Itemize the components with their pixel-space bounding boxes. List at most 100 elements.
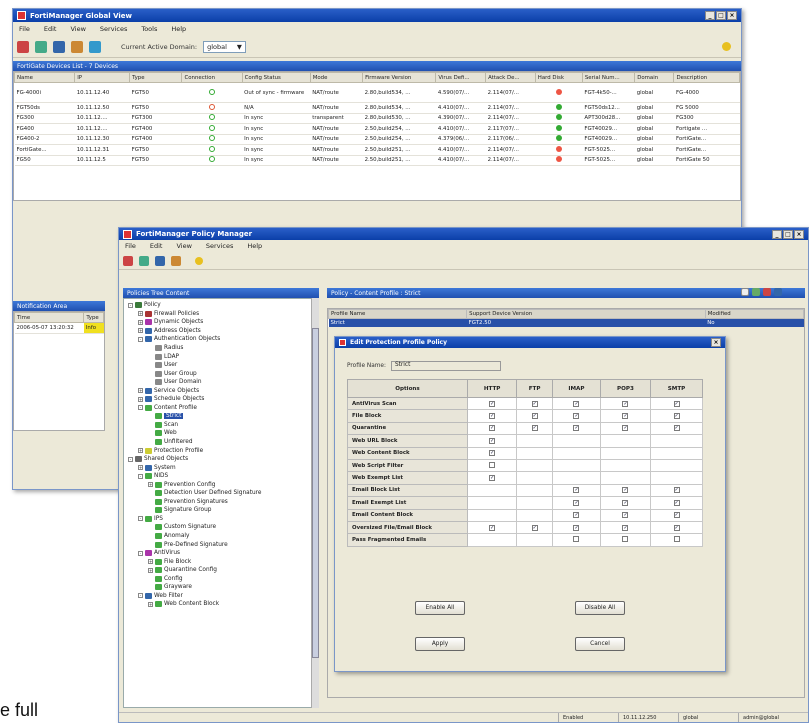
close-button[interactable]: × <box>711 338 721 347</box>
tree-node-content-profile[interactable]: - Content Profile <box>128 404 318 413</box>
close-button[interactable]: × <box>794 229 804 239</box>
option-checkbox[interactable]: ✓ <box>573 512 580 519</box>
option-checkbox[interactable]: ✓ <box>489 524 496 531</box>
refresh-icon[interactable] <box>139 255 149 266</box>
tree-node-pre-defined-signature[interactable]: Pre-Defined Signature <box>128 540 318 549</box>
tree-node-ldap[interactable]: LDAP <box>128 352 318 361</box>
help-icon[interactable] <box>195 256 203 265</box>
device-row[interactable]: FG300 10.11.12.... FGT300 In sync transparen… <box>14 113 740 124</box>
policy-menu-edit[interactable]: Edit <box>150 242 163 250</box>
col-mode[interactable]: Mode <box>309 72 364 83</box>
expand-icon[interactable]: + <box>138 448 143 454</box>
chart-icon[interactable] <box>89 40 101 53</box>
tree-node-unfiltered[interactable]: Unfiltered <box>128 438 318 447</box>
option-checkbox[interactable]: ✓ <box>673 512 680 519</box>
option-checkbox[interactable] <box>489 461 496 468</box>
tree-node-user-group[interactable]: User Group <box>128 369 318 378</box>
option-checkbox[interactable]: ✓ <box>573 400 580 407</box>
tree-node-user[interactable]: User <box>128 361 318 370</box>
device-row[interactable]: FGT50ds 10.11.12.50 FGT50 N/A NAT/route 2.80,… <box>14 102 740 114</box>
collapse-icon[interactable]: - <box>138 405 143 411</box>
col-ip[interactable]: IP <box>74 72 131 83</box>
col-connection[interactable]: Connection <box>181 72 243 83</box>
tree-node-web-content-block[interactable]: + Web Content Block <box>128 600 318 609</box>
tree-node-radius[interactable]: Radius <box>128 344 318 353</box>
main-menu-services[interactable]: Services <box>100 25 127 33</box>
enable-all-button[interactable]: Enable All <box>415 601 465 615</box>
delete-icon[interactable] <box>763 288 771 296</box>
option-checkbox[interactable]: ✓ <box>622 487 629 494</box>
option-checkbox[interactable]: ✓ <box>622 499 629 506</box>
tree-node-anomaly[interactable]: Anomaly <box>128 532 318 541</box>
tree-node-nids[interactable]: - NIDS <box>128 472 318 481</box>
option-checkbox[interactable]: ✓ <box>622 413 629 420</box>
collapse-icon[interactable]: - <box>138 336 143 342</box>
expand-icon[interactable]: + <box>138 328 143 334</box>
col-serial-num[interactable]: Serial Num... <box>581 72 636 83</box>
main-menu-edit[interactable]: Edit <box>44 25 57 33</box>
disable-all-button[interactable]: Disable All <box>575 601 625 615</box>
tree-node-ips[interactable]: - IPS <box>128 515 318 524</box>
option-checkbox[interactable]: ✓ <box>622 400 629 407</box>
col-name[interactable]: Name <box>13 72 76 83</box>
tree-node-protection-profile[interactable]: + Protection Profile <box>128 446 318 455</box>
close-button[interactable]: × <box>727 11 737 20</box>
apply-button[interactable]: Apply <box>415 637 465 651</box>
tree-node-address-objects[interactable]: + Address Objects <box>128 327 318 336</box>
tree-node-detection-user-defined-signature[interactable]: Detection User Defined Signature <box>128 489 318 498</box>
tree-node-system[interactable]: + System <box>128 463 318 472</box>
option-checkbox[interactable]: ✓ <box>673 425 680 432</box>
collapse-icon[interactable]: - <box>138 516 143 522</box>
col-firmware-version[interactable]: Firmware Version <box>362 72 437 83</box>
option-checkbox[interactable]: ✓ <box>489 413 496 420</box>
policy-icon[interactable] <box>171 255 181 266</box>
minimize-button[interactable]: _ <box>705 11 715 20</box>
expand-icon[interactable]: + <box>138 311 143 317</box>
policy-icon[interactable] <box>71 40 83 53</box>
refresh-icon[interactable] <box>35 40 47 53</box>
col-description[interactable]: Description <box>673 72 740 83</box>
tree-node-schedule-objects[interactable]: + Schedule Objects <box>128 395 318 404</box>
expand-icon[interactable]: + <box>138 396 143 402</box>
option-checkbox[interactable]: ✓ <box>573 499 580 506</box>
col-attack-de[interactable]: Attack De... <box>485 72 536 83</box>
option-checkbox[interactable]: ✓ <box>573 413 580 420</box>
tree-node-shared-objects[interactable]: - Shared Objects <box>128 455 318 464</box>
tree-node-quarantine-config[interactable]: + Quarantine Config <box>128 566 318 575</box>
option-checkbox[interactable]: ✓ <box>622 512 629 519</box>
maximize-button[interactable]: □ <box>783 229 793 239</box>
expand-icon[interactable]: + <box>138 465 143 471</box>
col-type[interactable]: Type <box>129 72 183 83</box>
option-checkbox[interactable]: ✓ <box>673 400 680 407</box>
cancel-button[interactable]: Cancel <box>575 637 625 651</box>
option-checkbox[interactable] <box>573 535 580 542</box>
tree-scrollbar[interactable] <box>311 298 319 708</box>
main-menu-view[interactable]: View <box>70 25 85 33</box>
collapse-icon[interactable]: - <box>138 593 143 599</box>
col-config-status[interactable]: Config Status <box>241 72 311 83</box>
option-checkbox[interactable]: ✓ <box>489 437 496 444</box>
tree-scroll-thumb[interactable] <box>312 328 319 658</box>
tree-node-strict[interactable]: Strict <box>128 412 318 421</box>
policy-menu-view[interactable]: View <box>176 242 191 250</box>
collapse-icon[interactable]: - <box>128 456 133 462</box>
collapse-icon[interactable]: - <box>128 302 133 308</box>
expand-icon[interactable]: + <box>138 388 143 394</box>
minimize-button[interactable]: _ <box>772 229 782 239</box>
option-checkbox[interactable]: ✓ <box>531 524 538 531</box>
tree-node-grayware[interactable]: Grayware <box>128 583 318 592</box>
profile-name-field[interactable]: Strict <box>390 361 501 371</box>
device-icon[interactable] <box>155 255 165 266</box>
tree-node-web[interactable]: Web <box>128 429 318 438</box>
tree-node-scan[interactable]: Scan <box>128 421 318 430</box>
option-checkbox[interactable]: ✓ <box>489 425 496 432</box>
option-checkbox[interactable]: ✓ <box>622 425 629 432</box>
option-checkbox[interactable]: ✓ <box>673 524 680 531</box>
tree-node-firewall-policies[interactable]: + Firewall Policies <box>128 310 318 319</box>
tree-node-web-filter[interactable]: - Web Filter <box>128 592 318 601</box>
help-icon[interactable] <box>722 42 731 51</box>
device-row[interactable]: FG400 10.11.12.... FGT400 In sync NAT/route 2… <box>14 123 740 135</box>
expand-icon[interactable]: + <box>138 319 143 325</box>
tree-node-antivirus[interactable]: - AntiVirus <box>128 549 318 558</box>
policy-menu-file[interactable]: File <box>125 242 136 250</box>
